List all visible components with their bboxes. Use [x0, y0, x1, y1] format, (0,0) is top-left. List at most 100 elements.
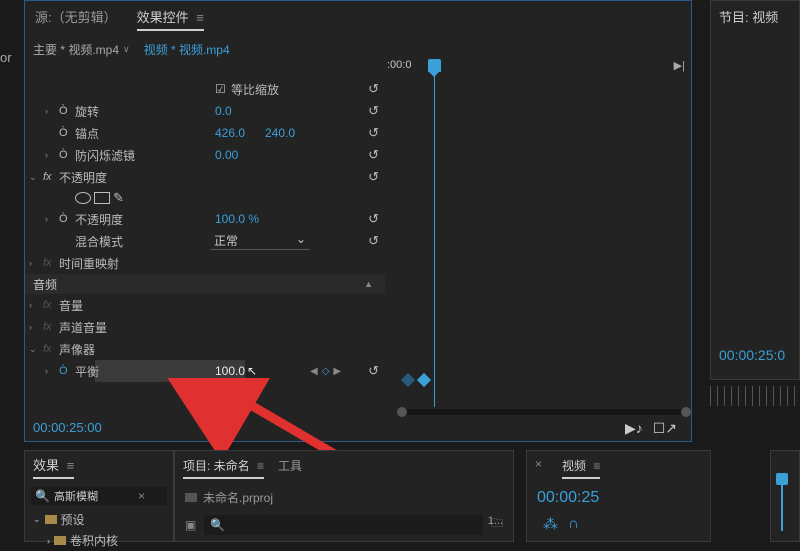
stopwatch-icon[interactable]: Ò: [59, 149, 75, 161]
stopwatch-icon[interactable]: Ò: [59, 127, 75, 139]
balance-value[interactable]: 100.0: [215, 364, 245, 378]
ellipse-mask-icon[interactable]: [75, 192, 91, 204]
sequence-clip-label[interactable]: 视频 * 视频.mp4: [144, 41, 230, 58]
opacity-section-label: 不透明度: [59, 169, 107, 186]
anchor-x-value[interactable]: 426.0: [215, 126, 245, 140]
volume-label: 音量: [59, 297, 83, 314]
opacity-value[interactable]: 100.0 %: [215, 212, 259, 226]
effects-search[interactable]: 🔍 ×: [31, 487, 167, 505]
prev-keyframe-icon[interactable]: ◀: [310, 366, 318, 377]
balance-label: 平衡: [75, 363, 99, 380]
fx-icon[interactable]: fx: [43, 171, 59, 183]
tab-effect-controls[interactable]: 效果控件 ≡: [137, 7, 204, 31]
tab-project[interactable]: 项目: 未命名 ≡: [183, 457, 264, 479]
timeline-zoom-bar[interactable]: [400, 409, 688, 415]
reset-icon[interactable]: ↺: [368, 363, 379, 379]
row-volume[interactable]: › fx 音量: [25, 294, 385, 316]
reset-icon[interactable]: ↺: [368, 211, 379, 227]
next-keyframe-icon[interactable]: ▶: [333, 366, 341, 377]
channel-volume-label: 声道音量: [59, 319, 107, 336]
clear-search-icon[interactable]: ×: [138, 489, 145, 503]
antiflicker-value[interactable]: 0.00: [215, 148, 238, 162]
collapse-up-icon[interactable]: ▲: [364, 279, 373, 289]
fx-off-icon[interactable]: fx: [43, 257, 59, 269]
sequence-tools: ⁂ ∩: [527, 511, 710, 537]
reset-icon[interactable]: ↺: [368, 147, 379, 163]
expand-icon[interactable]: ›: [29, 258, 43, 268]
antiflicker-label: 防闪烁滤镜: [75, 147, 135, 164]
collapse-icon[interactable]: ⌄: [29, 172, 43, 183]
uniform-scale-label[interactable]: 等比缩放: [231, 81, 279, 98]
folder-icon: [54, 536, 66, 545]
fx-off-icon[interactable]: fx: [43, 299, 59, 311]
program-ruler[interactable]: [710, 386, 800, 406]
keyframe-diamond-icon[interactable]: [417, 373, 431, 387]
panel-menu-icon[interactable]: ≡: [196, 10, 204, 25]
master-clip-label[interactable]: 主要 * 视频.mp4: [33, 41, 119, 58]
expand-icon[interactable]: ›: [45, 150, 59, 160]
ripple-icon[interactable]: ⁂: [543, 515, 558, 533]
tab-tools[interactable]: 工具: [278, 457, 302, 479]
row-panner[interactable]: ⌄ fx 声像器: [25, 338, 385, 360]
sequence-timecode[interactable]: 00:00:25: [527, 485, 710, 511]
zoom-handle-right[interactable]: [681, 407, 691, 417]
expand-icon[interactable]: ›: [29, 300, 43, 310]
properties-list: ☑ 等比缩放 ↺ › Ò 旋转 0.0 ↺ Ò 锚点 426.0 240.0 ↺…: [25, 78, 385, 382]
timeline-playhead-line: [781, 481, 783, 531]
project-search[interactable]: 🔍: [204, 515, 483, 535]
tab-sequence[interactable]: 视频 ≡: [562, 457, 600, 479]
bin-icon[interactable]: ▣: [185, 518, 196, 532]
project-panel: 项目: 未命名 ≡ 工具 未命名.prproj ▣ 🔍 🗀 1...: [174, 450, 514, 542]
anchor-y-value[interactable]: 240.0: [265, 126, 295, 140]
reset-icon[interactable]: ↺: [368, 233, 379, 249]
effects-folder-presets[interactable]: ⌄ 预设: [25, 509, 173, 530]
row-rotation: › Ò 旋转 0.0 ↺: [25, 100, 385, 122]
expand-icon[interactable]: ›: [29, 322, 43, 332]
blend-label: 混合模式: [75, 233, 123, 250]
expand-icon[interactable]: ›: [45, 106, 59, 116]
stopwatch-icon[interactable]: Ò: [59, 105, 75, 117]
effects-folder-conv[interactable]: › 卷积内核: [25, 530, 173, 551]
close-tab-icon[interactable]: ×: [535, 457, 542, 479]
chevron-down-icon[interactable]: ∨: [123, 44, 130, 55]
chevron-down-icon: ⌄: [296, 232, 306, 249]
audio-header: 音频 ▲: [25, 274, 385, 294]
expand-icon[interactable]: ›: [45, 366, 59, 376]
zoom-handle-left[interactable]: [397, 407, 407, 417]
panel-footer-icons: ▶♪ ☐↗: [625, 420, 677, 437]
fx-off-icon[interactable]: fx: [43, 343, 59, 355]
current-timecode[interactable]: 00:00:25:00: [33, 420, 102, 435]
reset-icon[interactable]: ↺: [368, 169, 379, 185]
program-timecode[interactable]: 00:00:25:0: [719, 347, 785, 363]
stopwatch-active-icon[interactable]: Ò: [59, 365, 75, 377]
collapse-icon[interactable]: ⌄: [29, 344, 43, 355]
row-channel-volume[interactable]: › fx 声道音量: [25, 316, 385, 338]
pen-mask-icon[interactable]: ✎: [113, 190, 124, 206]
expand-icon[interactable]: ›: [45, 214, 59, 224]
row-time-remap[interactable]: › fx 时间重映射: [25, 252, 385, 274]
snap-icon[interactable]: ∩: [568, 515, 579, 533]
tab-effects[interactable]: 效果 ≡: [33, 455, 74, 479]
tab-source[interactable]: 源:（无剪辑）: [35, 7, 117, 31]
stopwatch-icon[interactable]: Ò: [59, 213, 75, 225]
clip-selector-row: 主要 * 视频.mp4 ∨ 视频 * 视频.mp4: [25, 37, 691, 62]
folder-icon: [45, 515, 57, 524]
play-only-icon[interactable]: ▶♪: [625, 420, 643, 437]
rect-mask-icon[interactable]: [94, 192, 110, 204]
tab-program[interactable]: 节目: 视频: [711, 1, 799, 32]
add-keyframe-icon[interactable]: ◇: [322, 366, 330, 377]
blend-dropdown[interactable]: 正常⌄: [210, 232, 310, 250]
mask-tools: ✎: [25, 188, 385, 208]
row-antiflicker: › Ò 防闪烁滤镜 0.00 ↺: [25, 144, 385, 166]
row-blend: 混合模式 正常⌄ ↺: [25, 230, 385, 252]
row-opacity-section[interactable]: ⌄ fx 不透明度 ↺: [25, 166, 385, 188]
fx-off-icon[interactable]: fx: [43, 321, 59, 333]
keyframe-diamond-icon[interactable]: [401, 373, 415, 387]
reset-icon[interactable]: ↺: [368, 103, 379, 119]
reset-icon[interactable]: ↺: [368, 125, 379, 141]
export-icon[interactable]: ☐↗: [653, 420, 677, 437]
rotation-value[interactable]: 0.0: [215, 104, 232, 118]
reset-icon[interactable]: ↺: [368, 81, 379, 97]
go-to-end-icon[interactable]: ▶|: [674, 59, 685, 72]
effects-search-input[interactable]: [54, 490, 134, 502]
